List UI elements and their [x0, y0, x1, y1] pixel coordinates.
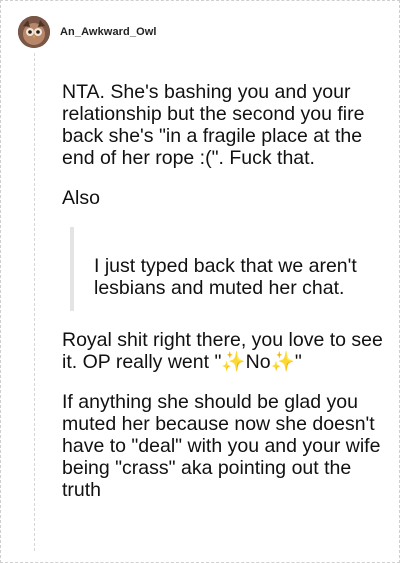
thread-line[interactable]: [34, 53, 35, 551]
owl-avatar-icon[interactable]: [18, 16, 50, 48]
comment-header: An_Awkward_Owl: [18, 16, 157, 48]
paragraph-2: Also: [62, 187, 100, 209]
paragraph-1: NTA. She's bashing you and your relation…: [62, 81, 365, 169]
comment-body: NTA. She's bashing you and your relation…: [62, 81, 384, 519]
comment-card: An_Awkward_Owl NTA. She's bashing you an…: [0, 0, 400, 563]
paragraph-3: Royal shit right there, you love to see …: [62, 329, 383, 373]
username[interactable]: An_Awkward_Owl: [60, 26, 157, 38]
paragraph-4: If anything she should be glad you muted…: [62, 391, 381, 501]
blockquote: I just typed back that we aren't lesbian…: [70, 227, 384, 311]
quote-text: I just typed back that we aren't lesbian…: [94, 255, 357, 299]
